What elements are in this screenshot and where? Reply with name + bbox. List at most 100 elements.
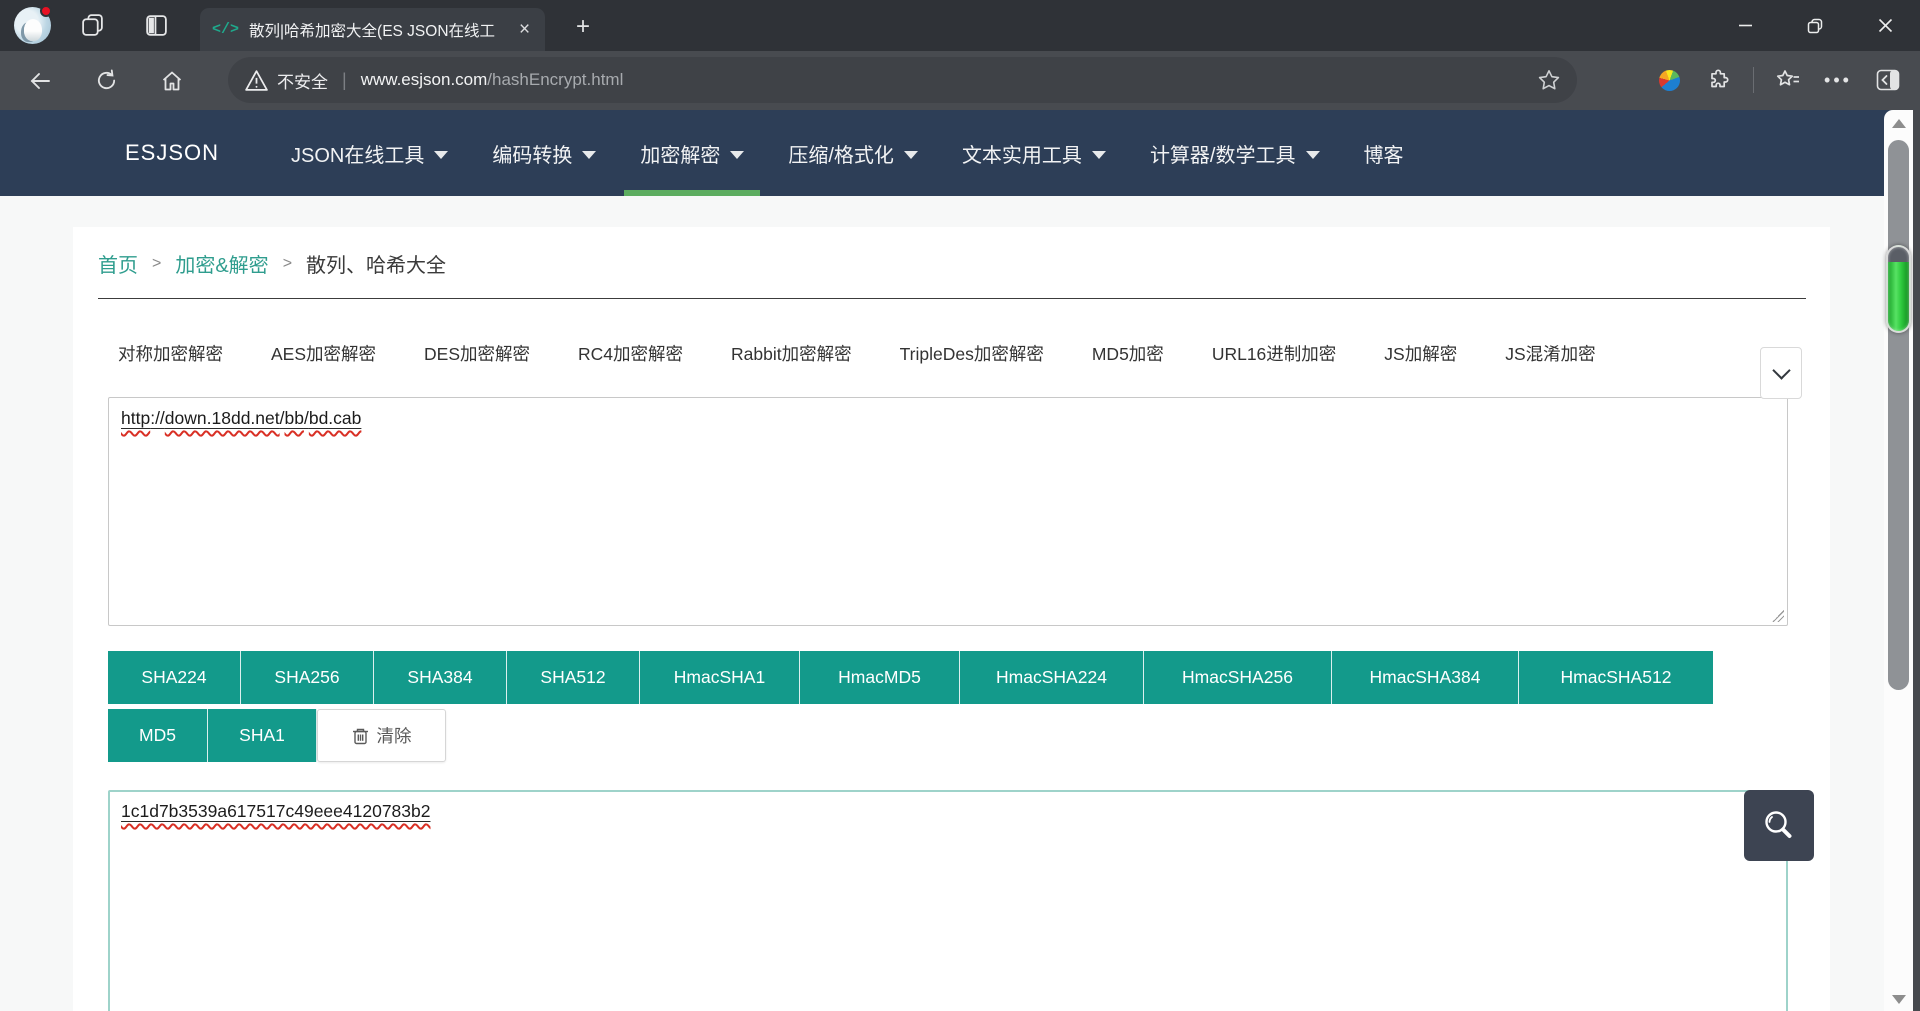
cipher-tab-3[interactable]: DES加密解密 [424,341,530,366]
hash-button-hmacmd5[interactable]: HmacMD5 [800,651,960,704]
hash-button-sha256[interactable]: SHA256 [241,651,374,704]
cipher-tab-7[interactable]: MD5加密 [1092,341,1164,366]
nav-item-7[interactable]: 博客 [1364,110,1404,196]
workspaces-icon[interactable] [80,13,105,38]
nav-item-label: 加密解密 [640,144,721,167]
plaintext-input[interactable]: http://down.18dd.net/bb/bd.cab [108,397,1788,626]
sidebar-toggle-icon[interactable] [1868,60,1908,100]
resize-grip-icon[interactable] [1772,610,1784,622]
page-background: 首页 > 加密&解密 > 散列、哈希大全 对称加密解密 AES加密解密 DES加密解密 RC4… [0,196,1920,1011]
clear-button[interactable]: 清除 [317,709,446,762]
chevron-down-icon [1771,360,1791,380]
clear-button-label: 清除 [376,726,412,746]
new-tab-button[interactable]: + [566,10,600,44]
hash-buttons-row1: SHA224 SHA256 SHA384 SHA512 HmacSHA1 HmacMD5 H… [108,651,1830,704]
nav-item-3[interactable]: 加密解密 [624,110,761,196]
scrollbar-track[interactable] [1888,140,1909,690]
nav-item-2[interactable]: 编码转换 [492,110,597,196]
scrollbar-thumb[interactable] [1886,245,1911,333]
cipher-tab-1[interactable]: 对称加密解密 [118,341,223,366]
tabs-expand-button[interactable] [1760,347,1802,399]
nav-item-6[interactable]: 计算器/数学工具 [1150,110,1320,196]
browser-essentials-icon[interactable] [1649,60,1689,100]
window-edge-strip [1913,110,1920,1011]
vertical-tabs-icon[interactable] [144,13,169,38]
favorite-star-icon[interactable] [1537,68,1561,92]
magnify-search-button[interactable] [1744,790,1814,861]
collections-icon[interactable] [1768,60,1808,100]
chevron-down-icon [730,150,745,159]
chevron-down-icon [434,150,449,159]
nav-item-5[interactable]: 文本实用工具 [962,110,1106,196]
nav-item-label: 文本实用工具 [961,144,1082,167]
cipher-tabs: 对称加密解密 AES加密解密 DES加密解密 RC4加密解密 Rabbit加密解密 Tri… [118,327,1804,379]
hash-button-hmacsha384[interactable]: HmacSHA384 [1332,651,1519,704]
hash-button-sha512[interactable]: SHA512 [507,651,640,704]
security-label[interactable]: 不安全 [277,68,328,93]
notification-dot [40,5,52,17]
browser-titlebar: </> 散列|哈希加密大全(ES JSON在线工 × + [0,0,1920,51]
chevron-down-icon [1305,150,1320,159]
nav-item-label: 编码转换 [492,144,573,167]
chevron-down-icon [582,150,597,159]
nav-item-4[interactable]: 压缩/格式化 [788,110,918,196]
restore-button[interactable] [1780,0,1850,51]
url-host[interactable]: www.esjson.com [361,70,488,90]
tab-title: 散列|哈希加密大全(ES JSON在线工 [249,22,496,40]
scroll-up-arrow-icon[interactable] [1892,119,1906,128]
scroll-down-arrow-icon[interactable] [1892,995,1906,1004]
address-separator: | [342,69,347,90]
cipher-tab-5[interactable]: Rabbit加密解密 [731,341,852,366]
hash-button-sha1[interactable]: SHA1 [208,709,317,762]
cipher-tab-2[interactable]: AES加密解密 [271,341,376,366]
nav-item-label: 博客 [1363,144,1404,167]
breadcrumb-link[interactable]: 首页 [98,249,138,278]
nav-menu: JSON在线工具 编码转换 加密解密 压缩/格式化 文本实用工具 计算器/数学工具 博客 [291,110,1404,196]
content-card: 首页 > 加密&解密 > 散列、哈希大全 对称加密解密 AES加密解密 DES加密解密 RC4… [73,227,1830,1011]
back-button[interactable] [20,61,60,101]
nav-item-1[interactable]: JSON在线工具 [291,110,449,196]
cipher-tab-10[interactable]: JS混淆加密 [1505,341,1595,366]
cipher-tab-9[interactable]: JS加解密 [1384,341,1457,366]
address-bar[interactable]: 不安全 | www.esjson.com/hashEncrypt.html [228,57,1577,103]
refresh-button[interactable] [86,61,126,101]
nav-item-label: JSON在线工具 [291,144,425,167]
url-path[interactable]: /hashEncrypt.html [487,70,623,90]
breadcrumb-current: 散列、哈希大全 [306,255,447,277]
minimize-button[interactable] [1710,0,1780,51]
site-favicon-icon: </> [212,21,240,38]
cipher-tabs-strip: 对称加密解密 AES加密解密 DES加密解密 RC4加密解密 Rabbit加密解密 Tri… [118,327,1804,379]
settings-more-icon[interactable]: ••• [1818,60,1858,100]
cipher-tab-4[interactable]: RC4加密解密 [578,341,683,366]
browser-tab[interactable]: </> 散列|哈希加密大全(ES JSON在线工 × [200,8,545,51]
hash-button-hmacsha512[interactable]: HmacSHA512 [1519,651,1713,704]
scrollbar[interactable] [1884,110,1913,1011]
toolbar-divider [1753,67,1754,93]
close-window-button[interactable] [1850,0,1920,51]
browser-toolbar: 不安全 | www.esjson.com/hashEncrypt.html ••… [0,51,1920,110]
chevron-down-icon [1091,150,1106,159]
breadcrumb-divider [98,298,1806,299]
browser-window: </> 散列|哈希加密大全(ES JSON在线工 × + 不安全 | www.e… [0,0,1920,1011]
toolbar-extensions-area: ••• [1649,57,1908,103]
hash-button-hmacsha224[interactable]: HmacSHA224 [960,651,1144,704]
breadcrumb-link[interactable]: 加密&解密 [175,249,268,278]
hash-button-sha384[interactable]: SHA384 [374,651,507,704]
nav-item-label: 计算器/数学工具 [1149,144,1296,167]
cipher-tab-6[interactable]: TripleDes加密解密 [900,341,1044,366]
site-navbar: ESJSON JSON在线工具 编码转换 加密解密 压缩/格式化 文本实用工具 计算器/数… [0,110,1920,196]
home-button[interactable] [152,61,192,101]
cipher-tab-8[interactable]: URL16进制加密 [1212,341,1336,366]
nav-item-label: 压缩/格式化 [788,144,894,167]
hash-buttons-row2: MD5 SHA1 清除 [108,709,1830,762]
site-logo[interactable]: ESJSON [125,110,219,196]
hash-button-md5[interactable]: MD5 [108,709,208,762]
extensions-puzzle-icon[interactable] [1699,60,1739,100]
window-controls [1710,0,1920,51]
breadcrumb-separator: > [282,254,293,272]
hash-button-hmacsha1[interactable]: HmacSHA1 [640,651,800,704]
hash-output[interactable]: 1c1d7b3539a617517c49eee4120783b2 [108,790,1788,1011]
hash-button-sha224[interactable]: SHA224 [108,651,241,704]
tab-close-icon[interactable]: × [519,19,530,41]
hash-button-hmacsha256[interactable]: HmacSHA256 [1144,651,1332,704]
